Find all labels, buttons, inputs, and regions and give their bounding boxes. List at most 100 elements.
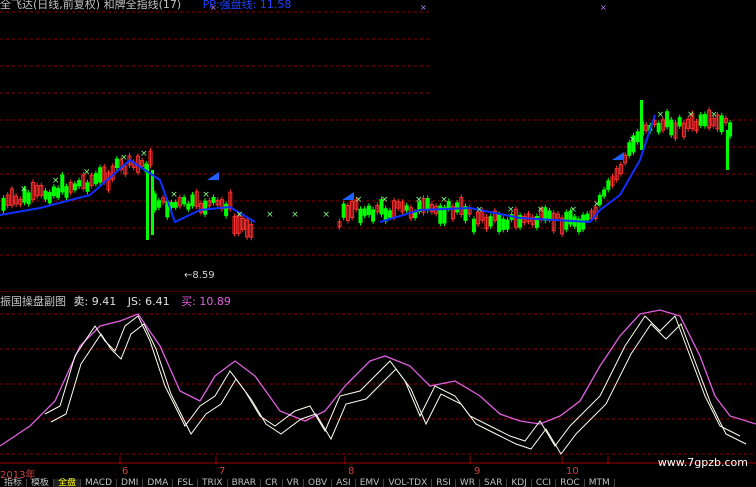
candle-body <box>224 203 229 217</box>
candle-body <box>719 115 724 133</box>
candle-body <box>60 174 65 193</box>
candle-body <box>173 201 178 208</box>
candle-body <box>669 119 674 136</box>
tab-12[interactable]: ASI <box>332 479 356 487</box>
sub-indicator-chart[interactable] <box>0 306 756 464</box>
candle-body <box>151 170 154 235</box>
tab-19[interactable]: CCI <box>532 479 557 487</box>
candle-body <box>182 196 187 205</box>
cross-marker: × <box>266 210 274 220</box>
cross-marker: × <box>323 210 331 220</box>
buy-line <box>0 309 756 447</box>
tab-4[interactable]: DMI <box>117 479 144 487</box>
cross-marker: × <box>687 110 695 120</box>
candle-body <box>656 122 661 133</box>
candle-body <box>726 130 729 170</box>
candle-body <box>702 113 707 127</box>
candle-body <box>640 100 643 150</box>
signal-marker <box>207 172 219 180</box>
tab-11[interactable]: OBV <box>304 479 333 487</box>
candle-body <box>51 186 56 197</box>
cross-marker: × <box>569 205 577 215</box>
candle-body <box>43 190 48 200</box>
candle-body <box>211 197 216 203</box>
cross-marker: × <box>355 195 363 205</box>
candle-body <box>547 210 552 220</box>
tab-0[interactable]: 指标 <box>0 479 28 487</box>
signal-marker <box>612 152 624 160</box>
candle-body <box>203 200 208 215</box>
cross-marker: × <box>83 167 91 177</box>
candle-body <box>362 208 367 216</box>
tab-7[interactable]: TRIX <box>198 479 228 487</box>
candle-body <box>501 218 506 230</box>
candle-body <box>190 194 195 207</box>
tab-21[interactable]: MTM <box>585 479 615 487</box>
cross-marker: × <box>291 210 299 220</box>
low-price-label: ←8.59 <box>184 270 215 281</box>
candle-body <box>413 211 418 219</box>
cross-marker: × <box>415 195 423 205</box>
candle-body <box>186 203 191 210</box>
candle-body <box>156 200 161 208</box>
candle-body <box>606 180 611 190</box>
date-label-6: 6 <box>122 466 129 477</box>
candle-body <box>698 114 703 126</box>
candle-body <box>585 213 590 221</box>
tab-17[interactable]: SAR <box>480 479 508 487</box>
date-label-8: 8 <box>348 466 355 477</box>
tab-3[interactable]: MACD <box>81 479 118 487</box>
cross-marker: × <box>440 195 448 205</box>
candle-body <box>114 158 119 168</box>
candle-body <box>635 131 640 143</box>
cross-marker: × <box>170 190 178 200</box>
candle-body <box>505 219 510 230</box>
tab-1[interactable]: 模板 <box>27 479 55 487</box>
candle-body <box>64 186 69 198</box>
cross-marker: × <box>236 210 244 220</box>
tab-16[interactable]: WR <box>456 479 481 487</box>
cross-marker: × <box>476 205 484 215</box>
candle-body <box>471 218 476 233</box>
tab-9[interactable]: CR <box>261 479 283 487</box>
candle-body <box>665 111 670 128</box>
main-kline-chart[interactable]: × × × × × × × × × × × × × × × × × × × × × × × × × × × <box>0 0 756 292</box>
tab-20[interactable]: ROC <box>556 479 585 487</box>
date-label-7: 7 <box>219 466 226 477</box>
candle-body <box>404 205 409 211</box>
tab-18[interactable]: KDJ <box>507 479 532 487</box>
candle-body <box>146 165 149 240</box>
cross-marker: × <box>507 205 515 215</box>
date-label-10: 10 <box>566 466 579 477</box>
tab-15[interactable]: RSI <box>432 479 456 487</box>
tab-2[interactable]: 全盘 <box>54 479 82 487</box>
candle-body <box>85 182 90 192</box>
tab-6[interactable]: FSL <box>173 479 198 487</box>
tab-8[interactable]: BRAR <box>228 479 262 487</box>
cross-marker: × <box>593 200 601 210</box>
candle-body <box>455 202 460 213</box>
candle-body <box>98 167 103 183</box>
candle-body <box>358 208 363 223</box>
tab-5[interactable]: DMA <box>143 479 174 487</box>
top-cross: × <box>210 3 217 12</box>
date-axis: 2013年 6 7 8 9 10 <box>0 466 756 481</box>
tab-14[interactable]: VOL-TDX <box>384 479 433 487</box>
tab-10[interactable]: VR <box>283 479 305 487</box>
indicator-tab-bar: 指标 模板 全盘 MACD DMI DMA FSL TRIX BRAR CR VR OBV ASI EMV… <box>0 478 756 487</box>
top-cross: × <box>600 3 607 12</box>
candle-body <box>341 203 346 218</box>
tab-13[interactable]: EMV <box>356 479 385 487</box>
candle-body <box>728 122 733 137</box>
date-label-9: 9 <box>474 466 481 477</box>
cross-marker: × <box>20 184 28 194</box>
js-line <box>50 323 747 455</box>
candle-body <box>72 183 77 191</box>
cross-marker: × <box>52 176 60 186</box>
candle-body <box>425 198 430 211</box>
cross-marker: × <box>537 205 545 215</box>
candle-body <box>371 209 376 222</box>
candle-body <box>77 180 82 187</box>
watermark: www.7gpzb.com <box>657 456 748 469</box>
top-cross: × <box>420 3 427 12</box>
